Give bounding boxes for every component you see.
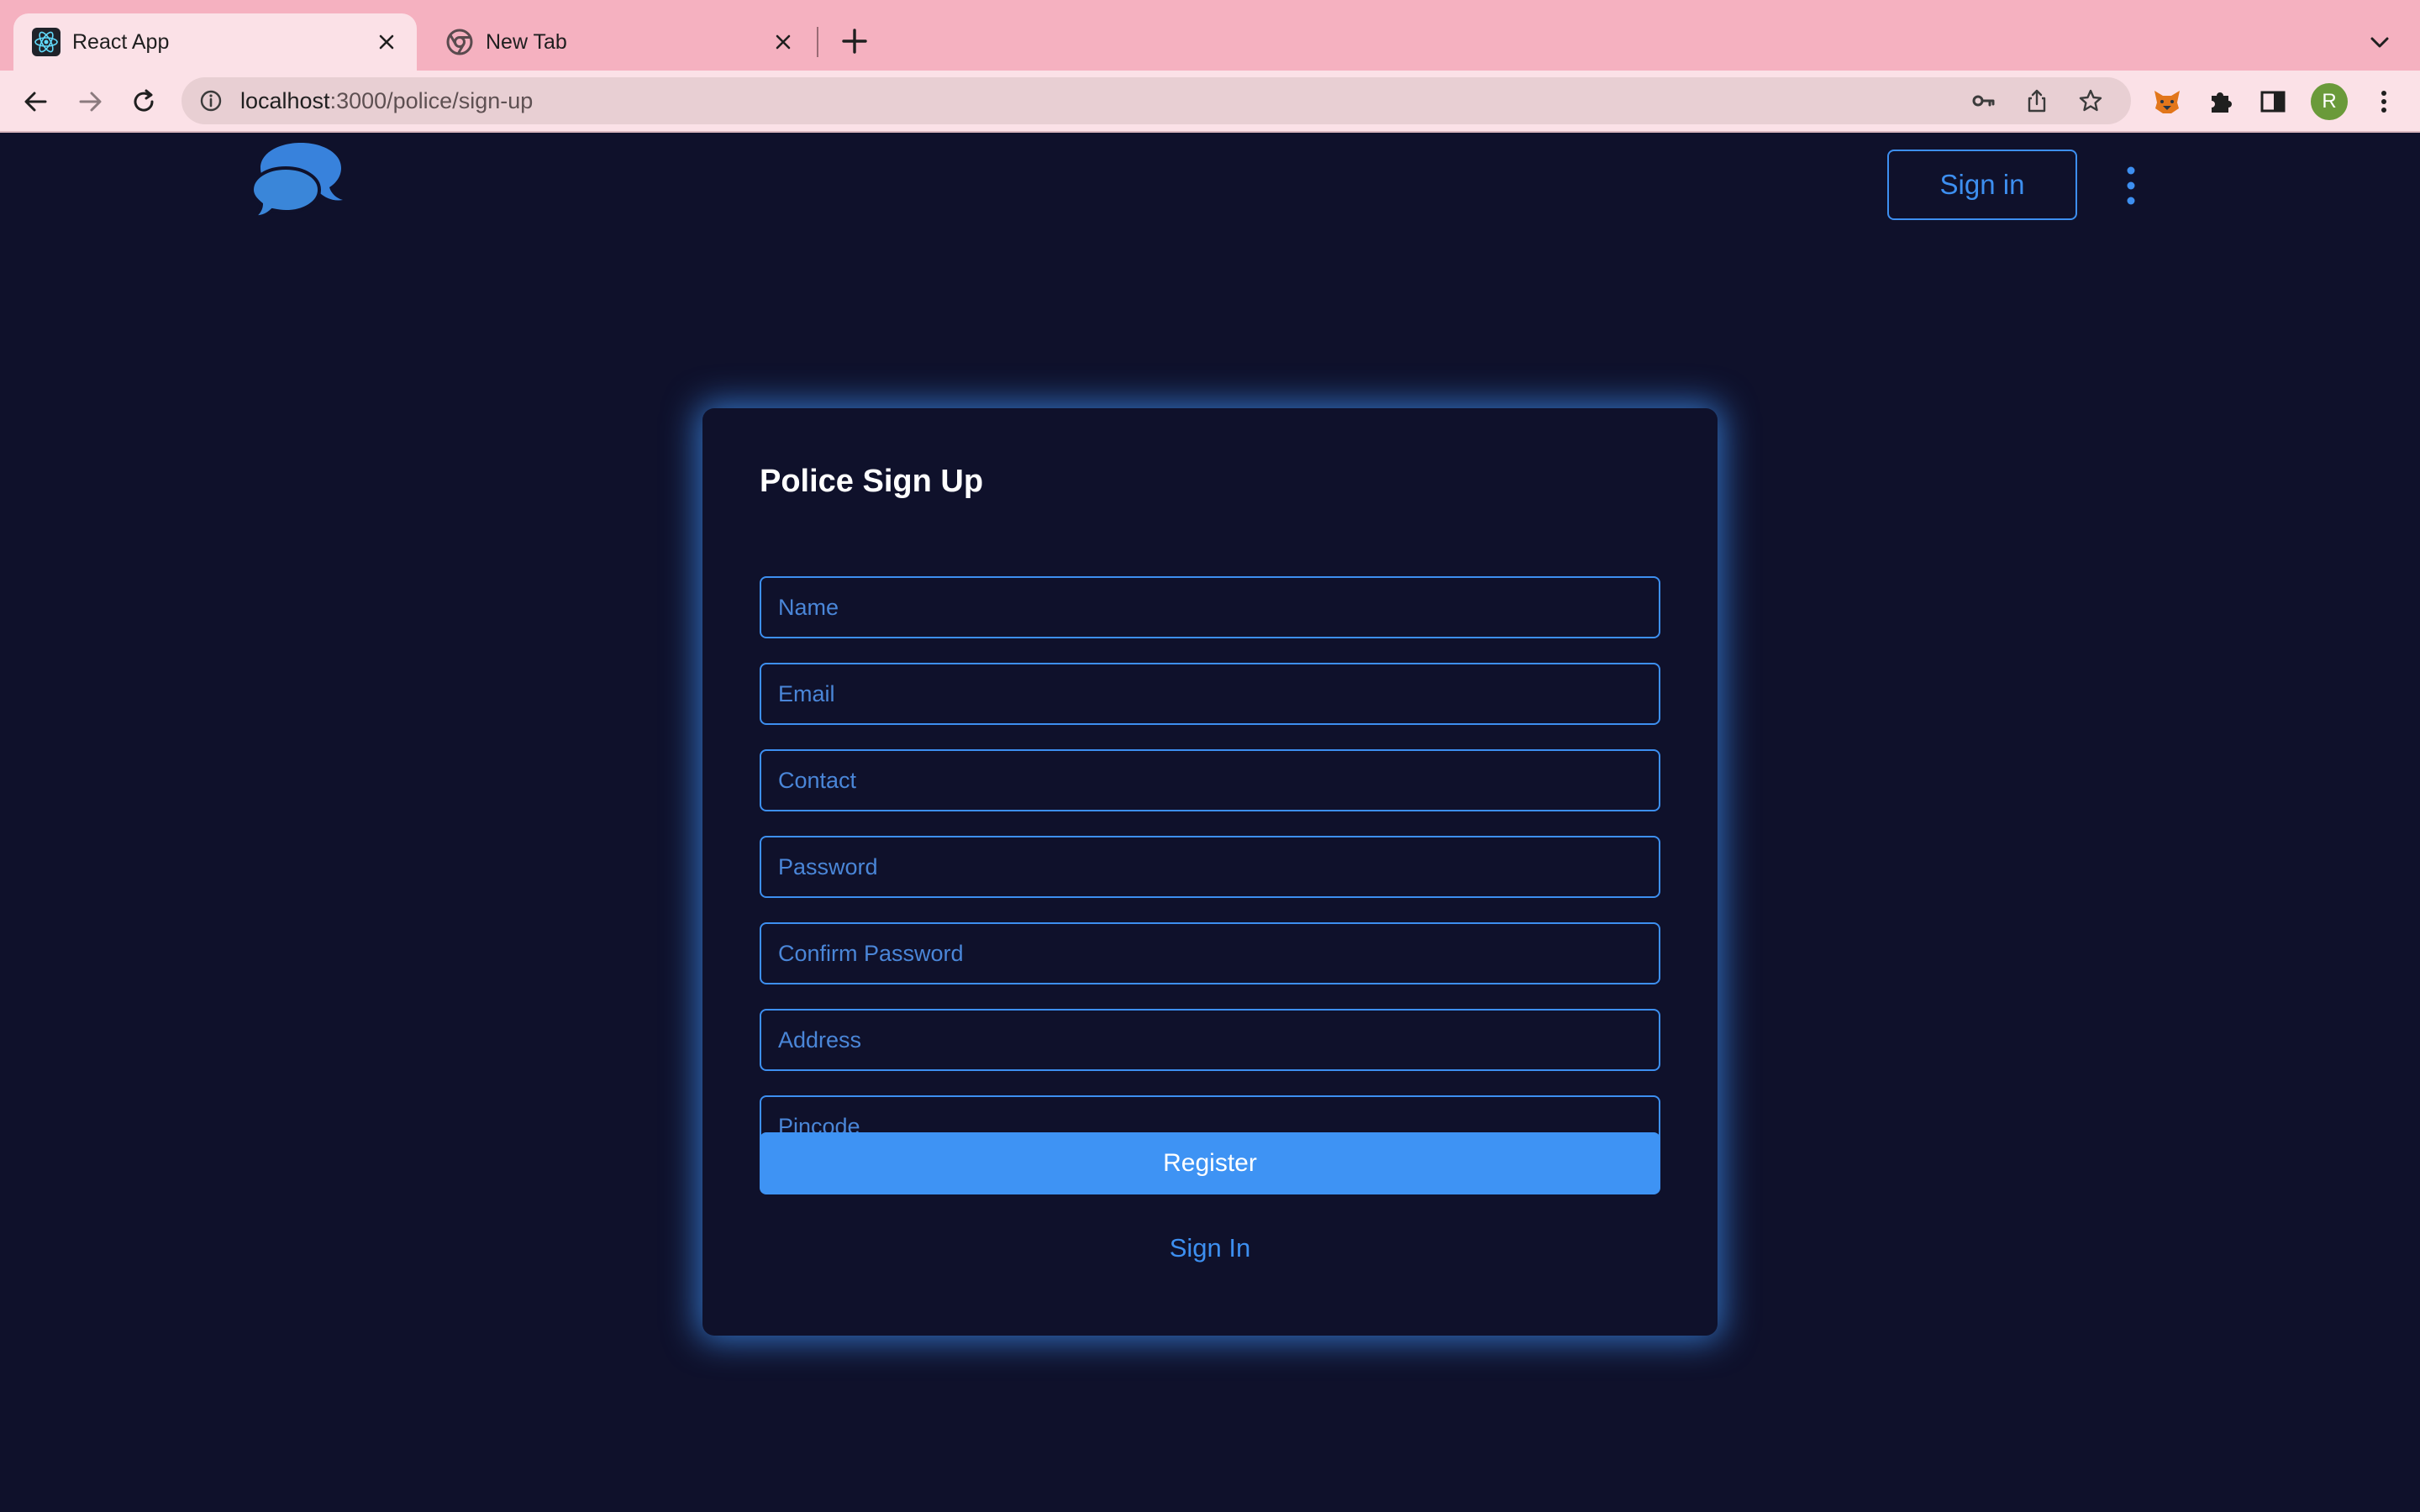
sign-in-link-text[interactable]: Sign In — [1170, 1233, 1251, 1263]
sign-in-link: Sign In — [702, 1233, 1718, 1263]
tab-new-tab[interactable]: New Tab — [427, 13, 813, 71]
password-field[interactable] — [760, 836, 1660, 898]
name-field[interactable] — [760, 576, 1660, 638]
new-tab-icon[interactable] — [839, 25, 871, 57]
info-icon[interactable] — [198, 88, 224, 113]
tab-react-app[interactable]: React App — [13, 13, 417, 71]
more-options-icon[interactable] — [2119, 163, 2143, 208]
reload-icon[interactable] — [128, 86, 160, 118]
browser-menu-icon[interactable] — [2368, 86, 2400, 118]
page-content: Sign in Police Sign Up Register Sign In — [0, 133, 2420, 1512]
chrome-icon — [446, 29, 473, 55]
forward-arrow-icon[interactable] — [74, 86, 106, 118]
close-icon[interactable] — [770, 29, 797, 55]
url-text: localhost:3000/police/sign-up — [240, 88, 1970, 114]
chat-bubbles-logo-icon[interactable] — [252, 141, 346, 218]
chevron-down-icon[interactable] — [2366, 29, 2393, 55]
fox-extension-icon[interactable] — [2151, 86, 2183, 118]
sidebar-icon[interactable] — [2257, 86, 2289, 118]
tab-separator — [817, 27, 818, 57]
confirm-password-field[interactable] — [760, 922, 1660, 984]
key-icon[interactable] — [1970, 87, 1996, 114]
form-title: Police Sign Up — [760, 464, 984, 499]
react-icon — [32, 28, 60, 56]
sign-up-card: Police Sign Up Register Sign In — [702, 408, 1718, 1336]
browser-toolbar: localhost:3000/police/sign-up — [0, 71, 2420, 133]
tab-title: React App — [72, 29, 170, 54]
sign-in-button[interactable]: Sign in — [1887, 150, 2077, 220]
address-bar[interactable]: localhost:3000/police/sign-up — [182, 77, 2131, 124]
email-field[interactable] — [760, 663, 1660, 725]
register-button[interactable]: Register — [760, 1132, 1660, 1194]
back-arrow-icon[interactable] — [20, 86, 52, 118]
address-field[interactable] — [760, 1009, 1660, 1071]
browser-tab-bar: React App New Tab — [0, 0, 2420, 71]
share-icon[interactable] — [2023, 87, 2050, 114]
contact-field[interactable] — [760, 749, 1660, 811]
close-icon[interactable] — [373, 29, 400, 55]
profile-avatar[interactable]: R — [2311, 83, 2348, 120]
url-path: :3000/police/sign-up — [329, 87, 534, 113]
puzzle-extension-icon[interactable] — [2205, 86, 2237, 118]
tab-title: New Tab — [486, 29, 567, 54]
url-host: localhost — [240, 87, 330, 113]
star-icon[interactable] — [2077, 87, 2104, 114]
